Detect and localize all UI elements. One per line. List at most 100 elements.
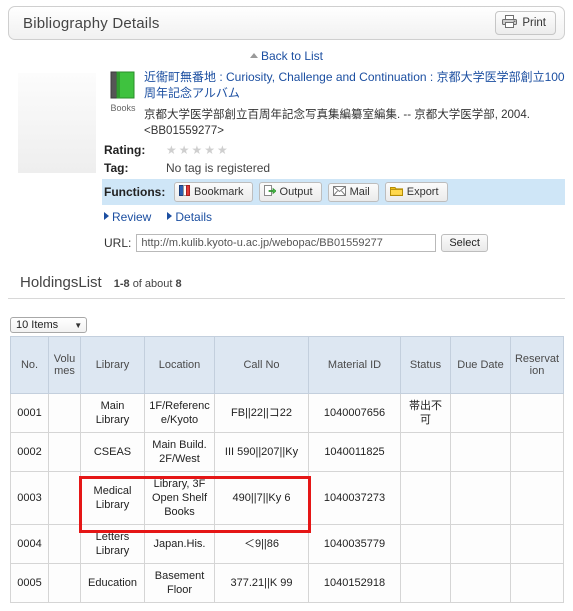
cell-library[interactable]: Medical Library xyxy=(80,471,145,525)
cell-material-id: 1040035779 xyxy=(308,524,401,564)
cell-call-no[interactable]: 490||7||Ky 6 xyxy=(214,471,309,525)
output-button[interactable]: Output xyxy=(258,182,322,202)
output-label: Output xyxy=(279,186,313,198)
table-row: 0001 Main Library 1F/Reference/Kyoto FB||22… xyxy=(10,393,564,433)
triangle-up-icon xyxy=(249,53,258,58)
col-reservation: Reservation xyxy=(510,336,564,394)
bookmark-icon xyxy=(179,185,190,199)
cell-call-no[interactable]: ＜9||86 xyxy=(214,524,309,564)
table-header-row: No. Volumes Library Location Call No Mat… xyxy=(10,336,564,394)
cell-volumes xyxy=(48,432,81,472)
cell-due-date xyxy=(450,524,511,564)
chevron-down-icon: ▼ xyxy=(74,320,83,330)
cell-status xyxy=(400,432,451,472)
holdings-of-text: of about xyxy=(132,278,173,290)
tag-label: Tag: xyxy=(104,161,129,175)
triangle-right-icon-2 xyxy=(167,212,173,220)
rating-stars[interactable]: ★★★★★ xyxy=(166,143,230,157)
details-label: Details xyxy=(175,210,213,224)
output-icon xyxy=(263,185,277,199)
cell-due-date xyxy=(450,393,511,433)
export-label: Export xyxy=(406,186,439,198)
col-library: Library xyxy=(80,336,145,394)
cell-reservation xyxy=(510,563,564,603)
cell-call-no[interactable]: FB||22||コ22 xyxy=(214,393,309,433)
cell-reservation xyxy=(510,524,564,564)
holdings-total: 8 xyxy=(175,278,182,290)
functions-label: Functions: xyxy=(104,185,166,199)
items-per-page-select[interactable]: 10 Items ▼ xyxy=(10,317,88,333)
cell-location[interactable]: Main Build. 2F/West xyxy=(144,432,215,472)
cell-reservation xyxy=(510,393,564,433)
cell-location[interactable]: Basement Floor xyxy=(144,563,215,603)
bibliography-title[interactable]: 近衞町無番地 : Curiosity, Challenge and Contin… xyxy=(144,69,565,101)
cell-volumes xyxy=(48,563,81,603)
cell-material-id: 1040152918 xyxy=(308,563,401,603)
details-link[interactable]: Details xyxy=(167,210,212,224)
bibliography-statement: 京都大学医学部創立百周年記念写真集編纂室編集. -- 京都大学医学部, 2004… xyxy=(144,109,530,137)
tag-row: Tag: No tag is registered xyxy=(102,161,565,175)
cell-no: 0005 xyxy=(10,563,49,603)
cell-call-no[interactable]: III 590||207||Ky xyxy=(214,432,309,472)
review-label: Review xyxy=(112,210,152,224)
mail-button[interactable]: Mail xyxy=(327,182,379,202)
cell-status: 帯出不可 xyxy=(400,393,451,433)
mail-label: Mail xyxy=(349,186,370,198)
cell-material-id: 1040007656 xyxy=(308,393,401,433)
table-row: 0004 Letters Library Japan.His. ＜9||86 10400… xyxy=(10,524,564,564)
cell-library[interactable]: Education xyxy=(80,563,145,603)
cell-reservation xyxy=(510,471,564,525)
cell-location[interactable]: Japan.His. xyxy=(144,524,215,564)
cell-location[interactable]: Library, 3F Open Shelf Books xyxy=(144,471,215,525)
cell-library[interactable]: Main Library xyxy=(80,393,145,433)
page-title: Bibliography Details xyxy=(23,14,160,32)
col-no: No. xyxy=(10,336,49,394)
holdings-table: No. Volumes Library Location Call No Mat… xyxy=(10,336,564,603)
print-button[interactable]: Print xyxy=(495,11,556,35)
triangle-right-icon xyxy=(104,212,109,220)
tag-value: No tag is registered xyxy=(166,161,271,175)
bibliography-summary: Books 近衞町無番地 : Curiosity, Challenge and … xyxy=(102,69,565,139)
cell-no: 0004 xyxy=(10,524,49,564)
cell-call-no[interactable]: 377.21||K 99 xyxy=(214,563,309,603)
printer-icon xyxy=(502,15,518,31)
cell-due-date xyxy=(450,471,511,525)
cell-volumes xyxy=(48,471,81,525)
review-link[interactable]: Review xyxy=(104,210,151,224)
col-status: Status xyxy=(400,336,451,394)
export-button[interactable]: Export xyxy=(384,182,448,202)
holdings-header: HoldingsList 1-8 of about 8 xyxy=(8,274,565,299)
back-to-list-link[interactable]: Back to List xyxy=(261,49,323,63)
cell-due-date xyxy=(450,432,511,472)
page-header: Bibliography Details Print xyxy=(8,6,565,40)
url-input[interactable] xyxy=(136,234,437,252)
url-label: URL: xyxy=(104,236,132,250)
cell-status xyxy=(400,471,451,525)
select-button[interactable]: Select xyxy=(441,234,488,252)
cell-location[interactable]: 1F/Reference/Kyoto xyxy=(144,393,215,433)
cell-library[interactable]: Letters Library xyxy=(80,524,145,564)
items-per-page-wrap: 10 Items ▼ xyxy=(10,317,573,333)
table-row: 0002 CSEAS Main Build. 2F/West III 590||207… xyxy=(10,432,564,472)
items-per-page-label: 10 Items xyxy=(16,319,59,331)
cell-reservation xyxy=(510,432,564,472)
cell-material-id: 1040037273 xyxy=(308,471,401,525)
bookmark-button[interactable]: Bookmark xyxy=(174,182,253,202)
material-type-block: Books xyxy=(102,69,144,139)
rating-row: Rating: ★★★★★ xyxy=(102,143,565,157)
col-volumes: Volumes xyxy=(48,336,81,394)
cell-volumes xyxy=(48,393,81,433)
holdings-title: HoldingsList xyxy=(20,274,102,291)
col-location: Location xyxy=(144,336,215,394)
holdings-range: 1-8 xyxy=(113,278,130,290)
cell-library[interactable]: CSEAS xyxy=(80,432,145,472)
material-type-label: Books xyxy=(110,103,136,113)
rating-label: Rating: xyxy=(104,143,146,157)
cell-no: 0003 xyxy=(10,471,49,525)
bibliography-detail: Books 近衞町無番地 : Curiosity, Challenge and … xyxy=(0,69,573,252)
table-row: 0003 Medical Library Library, 3F Open Shel… xyxy=(10,471,564,525)
export-icon xyxy=(389,185,403,199)
col-due-date: Due Date xyxy=(450,336,511,394)
cell-no: 0001 xyxy=(10,393,49,433)
cell-status xyxy=(400,524,451,564)
